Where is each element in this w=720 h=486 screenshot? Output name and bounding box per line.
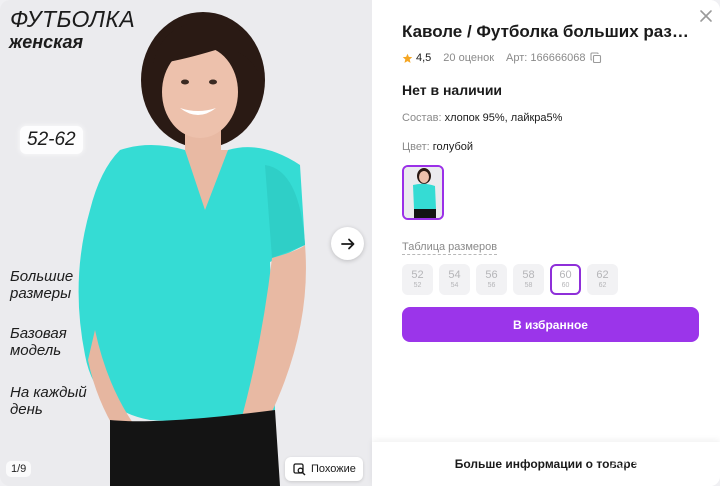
next-image-button[interactable]	[331, 227, 364, 260]
promo-title: ФУТБОЛКА	[10, 6, 136, 32]
size-number: 60	[559, 269, 572, 281]
size-option[interactable]: 54 54	[439, 264, 470, 295]
composition-value: хлопок 95%, лайкра5%	[444, 112, 563, 124]
size-number: 58	[522, 269, 535, 281]
size-sub: 54	[450, 282, 459, 289]
size-number: 56	[485, 269, 498, 281]
size-table-link[interactable]: Таблица размеров	[402, 241, 498, 255]
size-sub: 60	[561, 282, 570, 289]
size-number: 52	[411, 269, 424, 281]
watermark-text: Avito	[642, 451, 696, 476]
size-option[interactable]: 56 56	[476, 264, 507, 295]
add-to-favorites-button[interactable]: В избранное	[402, 307, 699, 342]
promo-feature: Базовая модель	[10, 325, 67, 359]
size-number: 62	[596, 269, 609, 281]
similar-button-label: Похожие	[311, 463, 356, 475]
copy-icon[interactable]	[590, 52, 602, 64]
rating-value: 4,5	[416, 52, 432, 64]
close-icon[interactable]	[698, 8, 714, 24]
image-counter: 1/9	[6, 461, 32, 477]
promo-subtitle: женская	[9, 32, 84, 52]
image-search-icon	[293, 462, 306, 475]
size-sub: 52	[413, 282, 422, 289]
avito-watermark: Avito	[609, 445, 697, 477]
size-option-selected[interactable]: 60 60	[550, 264, 581, 295]
product-title: Каволе / Футболка больших раз…	[402, 22, 689, 41]
size-option[interactable]: 62 62	[587, 264, 618, 295]
size-number: 54	[448, 269, 461, 281]
promo-feature: Большие размеры	[10, 268, 74, 302]
size-option[interactable]: 52 52	[402, 264, 433, 295]
product-info-panel: Каволе / Футболка больших раз… 4,5 20 оц…	[372, 0, 720, 486]
size-sub: 58	[524, 282, 533, 289]
color-swatch[interactable]	[402, 165, 444, 220]
color-label: Цвет:	[402, 141, 430, 153]
article-number: Арт: 166666068	[506, 52, 586, 64]
color-row: Цвет: голубой	[402, 141, 473, 153]
arrow-right-icon	[340, 238, 354, 249]
composition: Состав: хлопок 95%, лайкра5%	[402, 112, 562, 124]
promo-feature: На каждый день	[10, 384, 87, 418]
size-sub: 62	[598, 282, 607, 289]
reviews-link[interactable]: 20 оценок	[443, 52, 494, 64]
promo-size-range: 52-62	[20, 126, 83, 154]
stock-status: Нет в наличии	[402, 82, 503, 98]
image-gallery[interactable]: ФУТБОЛКА женская 52-62 Большие размеры Б…	[0, 0, 372, 486]
size-sub: 56	[487, 282, 496, 289]
color-value: голубой	[432, 141, 474, 153]
similar-button[interactable]: Похожие	[285, 457, 363, 481]
size-selector: 52 52 54 54 56 56 58 58 60 60 62 62	[402, 264, 618, 295]
product-modal: ФУТБОЛКА женская 52-62 Большие размеры Б…	[0, 0, 720, 486]
color-swatch-thumbnail	[404, 167, 442, 218]
star-icon	[402, 53, 413, 63]
product-meta: 4,5 20 оценок Арт: 166666068	[402, 52, 602, 64]
size-option[interactable]: 58 58	[513, 264, 544, 295]
composition-label: Состав:	[402, 112, 442, 124]
